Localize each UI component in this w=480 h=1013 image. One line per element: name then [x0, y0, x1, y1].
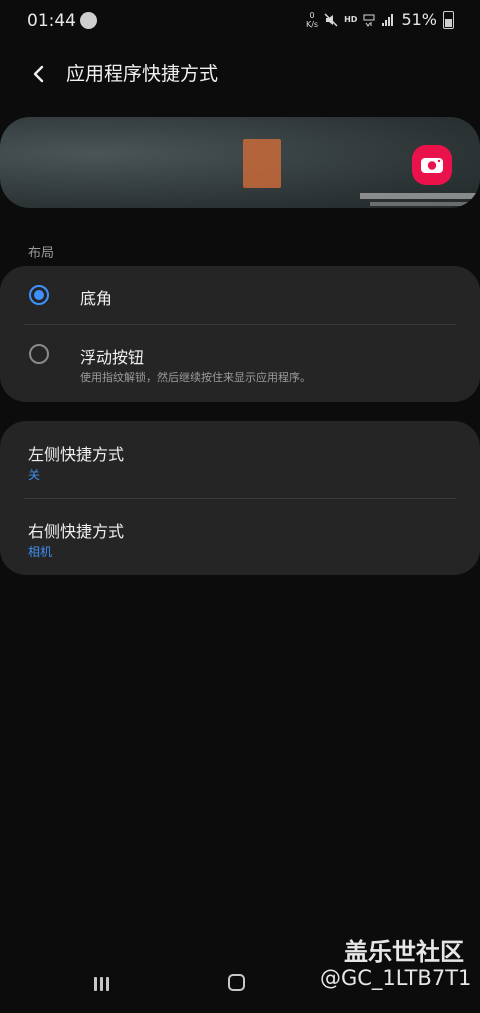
watermark-title: 盖乐世社区: [344, 938, 464, 966]
left-shortcut-title: 左侧快捷方式: [28, 445, 125, 464]
back-arrow-icon: [33, 65, 44, 83]
data-signal-icon: [363, 14, 375, 27]
status-icons: 0 K/s HD 51%: [306, 10, 454, 29]
left-shortcut-item[interactable]: 左侧快捷方式 关: [0, 421, 480, 498]
network-speed: 0 K/s: [306, 11, 318, 29]
mute-icon: [324, 12, 338, 27]
radio-corner[interactable]: [29, 285, 49, 305]
preview-stripe: [360, 193, 480, 199]
recent-apps-button[interactable]: [94, 977, 111, 991]
layout-option-floating-description: 使用指纹解锁，然后继续按住来显示应用程序。: [80, 371, 311, 384]
network-speed-value: 0: [309, 10, 315, 20]
radio-floating[interactable]: [29, 344, 49, 364]
status-time: 01:44: [27, 11, 76, 31]
camera-shortcut-button[interactable]: [412, 145, 452, 185]
signal-icon: [382, 13, 394, 26]
layout-option-floating-label: 浮动按钮: [80, 348, 145, 367]
camera-icon: [421, 158, 443, 173]
battery-icon: [443, 10, 454, 29]
watermark-user: @GC_1LTB7T1: [320, 966, 472, 990]
shortcuts-card: 左侧快捷方式 关 右侧快捷方式 相机: [0, 421, 480, 575]
back-button[interactable]: [22, 56, 56, 90]
right-shortcut-item[interactable]: 右侧快捷方式 相机: [0, 499, 480, 575]
preview-object: [243, 139, 281, 188]
page-title: 应用程序快捷方式: [66, 63, 219, 85]
battery-percent: 51%: [401, 10, 437, 29]
status-bar: 01:44 0 K/s HD 51%: [0, 0, 480, 44]
home-button[interactable]: [228, 974, 245, 991]
layout-option-floating[interactable]: 浮动按钮 使用指纹解锁，然后继续按住来显示应用程序。: [0, 325, 480, 402]
layout-options-card: 底角 浮动按钮 使用指纹解锁，然后继续按住来显示应用程序。: [0, 266, 480, 402]
left-shortcut-value: 关: [28, 468, 41, 482]
preview-stripe-secondary: [370, 202, 470, 206]
layout-option-corner[interactable]: 底角: [0, 266, 480, 324]
section-label-layout: 布局: [28, 246, 55, 261]
app-header: 应用程序快捷方式: [0, 50, 480, 94]
layout-option-corner-label: 底角: [80, 289, 113, 308]
shortcut-preview-image: [0, 117, 480, 208]
network-speed-unit: K/s: [305, 19, 319, 29]
right-shortcut-value: 相机: [28, 545, 53, 559]
hd-icon: HD: [344, 15, 358, 24]
right-shortcut-title: 右侧快捷方式: [28, 522, 125, 541]
notification-icon: [80, 12, 97, 29]
